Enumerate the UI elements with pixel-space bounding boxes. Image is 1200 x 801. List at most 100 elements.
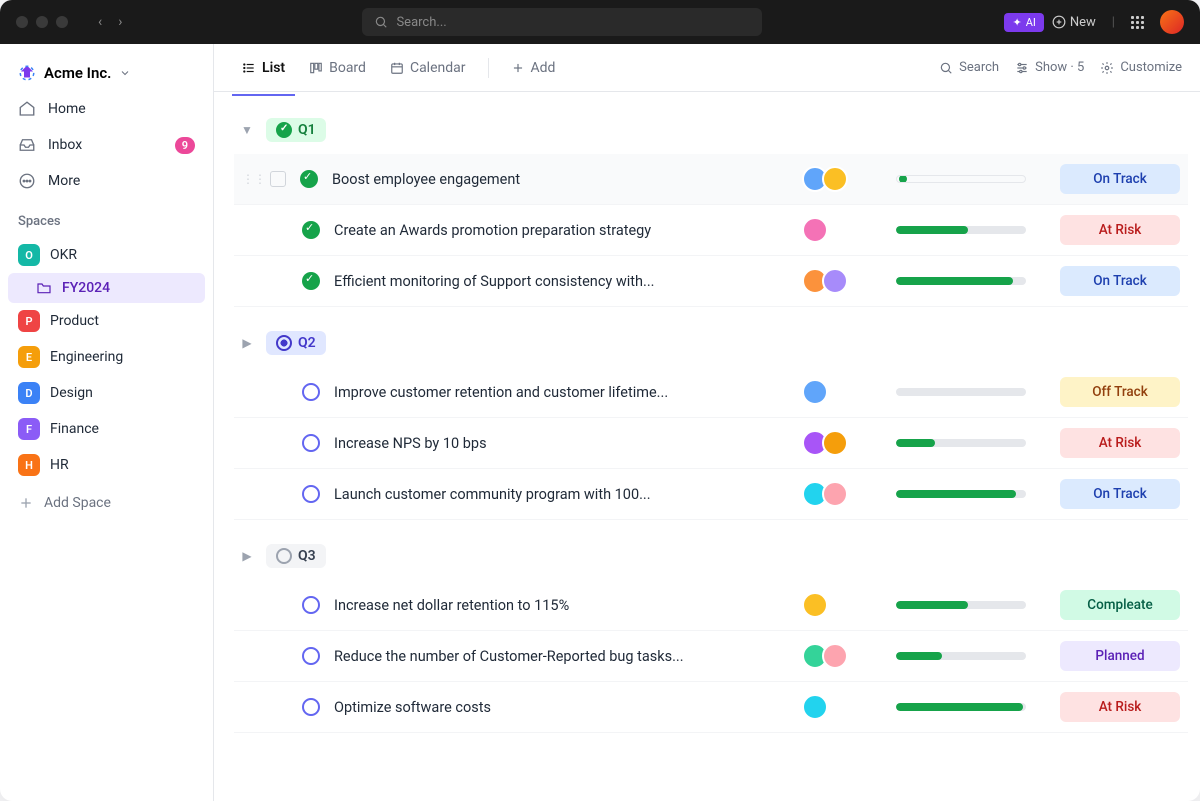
search-input[interactable]: Search... (362, 8, 762, 36)
status-open-icon[interactable] (302, 647, 320, 665)
nav-forward-icon[interactable]: › (112, 10, 128, 34)
status-open-icon[interactable] (302, 596, 320, 614)
status-open-icon[interactable] (302, 383, 320, 401)
sidebar-space-design[interactable]: DDesign (8, 375, 205, 411)
group-header-q1[interactable]: ▼Q1 (234, 112, 1188, 154)
toolbar-show[interactable]: Show · 5 (1015, 60, 1084, 75)
task-row[interactable]: Increase NPS by 10 bps At Risk (234, 418, 1188, 469)
space-avatar: H (18, 454, 40, 476)
status-done-icon[interactable] (302, 272, 320, 290)
sidebar-space-hr[interactable]: HHR (8, 447, 205, 483)
avatar (822, 268, 848, 294)
task-row[interactable]: Create an Awards promotion preparation s… (234, 205, 1188, 256)
sidebar-space-product[interactable]: PProduct (8, 303, 205, 339)
titlebar: ‹ › Search... ✦ AI New | (0, 0, 1200, 44)
calendar-icon (390, 61, 404, 75)
plus-icon (511, 61, 525, 75)
sidebar-space-engineering[interactable]: EEngineering (8, 339, 205, 375)
space-avatar: D (18, 382, 40, 404)
add-view-button[interactable]: Add (501, 54, 566, 82)
view-tab-list[interactable]: List (232, 54, 295, 96)
chevron-icon[interactable]: ▶ (238, 336, 256, 350)
status-pill[interactable]: Planned (1060, 641, 1180, 671)
chevron-icon[interactable]: ▶ (238, 549, 256, 563)
status-pill[interactable]: Compleate (1060, 590, 1180, 620)
chevron-down-icon (119, 67, 131, 79)
group-header-q3[interactable]: ▶Q3 (234, 538, 1188, 580)
status-pill[interactable]: At Risk (1060, 428, 1180, 458)
folder-icon (36, 280, 52, 296)
drag-handle-icon[interactable]: ⋮⋮ (242, 172, 256, 186)
task-title: Launch customer community program with 1… (334, 486, 788, 503)
add-space-button[interactable]: Add Space (8, 485, 205, 521)
status-pill[interactable]: On Track (1060, 266, 1180, 296)
progress-bar (896, 226, 1026, 234)
sliders-icon (1015, 61, 1029, 75)
sidebar-space-finance[interactable]: FFinance (8, 411, 205, 447)
status-done-icon[interactable] (302, 221, 320, 239)
plus-icon (18, 495, 34, 511)
assignees[interactable] (802, 379, 882, 405)
sidebar-home[interactable]: Home (8, 92, 205, 126)
assignees[interactable] (802, 481, 882, 507)
assignees[interactable] (802, 643, 882, 669)
window-controls[interactable] (16, 16, 68, 28)
task-row[interactable]: Increase net dollar retention to 115% Com… (234, 580, 1188, 631)
task-title: Increase NPS by 10 bps (334, 435, 788, 452)
progress-bar (896, 652, 1026, 660)
status-pill[interactable]: At Risk (1060, 215, 1180, 245)
status-pill[interactable]: Off Track (1060, 377, 1180, 407)
view-tab-calendar[interactable]: Calendar (380, 54, 476, 82)
user-avatar[interactable] (1160, 10, 1184, 34)
status-done-icon[interactable] (300, 170, 318, 188)
sidebar-more[interactable]: More (8, 164, 205, 198)
sidebar-space-okr[interactable]: OOKR (8, 237, 205, 273)
assignees[interactable] (802, 217, 882, 243)
board-icon (309, 61, 323, 75)
toolbar-customize[interactable]: Customize (1100, 60, 1182, 75)
search-icon (939, 61, 953, 75)
status-open-icon[interactable] (302, 434, 320, 452)
task-title: Efficient monitoring of Support consiste… (334, 273, 788, 290)
task-row[interactable]: Launch customer community program with 1… (234, 469, 1188, 520)
task-row[interactable]: Optimize software costsAt Risk (234, 682, 1188, 733)
task-row[interactable]: Improve customer retention and customer … (234, 367, 1188, 418)
task-title: Reduce the number of Customer-Reported b… (334, 648, 788, 665)
task-title: Improve customer retention and customer … (334, 384, 788, 401)
nav-back-icon[interactable]: ‹ (92, 10, 108, 34)
assignees[interactable] (802, 694, 882, 720)
sidebar-inbox[interactable]: Inbox 9 (8, 128, 205, 162)
status-pill[interactable]: At Risk (1060, 692, 1180, 722)
sidebar-space-fy2024[interactable]: FY2024 (8, 273, 205, 303)
workspace-switcher[interactable]: Acme Inc. (8, 56, 205, 90)
assignees[interactable] (802, 268, 882, 294)
sidebar: Acme Inc. Home Inbox 9 More Spaces OOKRF… (0, 44, 214, 801)
progress-bar (896, 439, 1026, 447)
toolbar-search[interactable]: Search (939, 60, 999, 75)
target-icon (276, 335, 292, 351)
task-title: Increase net dollar retention to 115% (334, 597, 788, 614)
status-pill[interactable]: On Track (1060, 164, 1180, 194)
assignees[interactable] (802, 430, 882, 456)
view-tab-board[interactable]: Board (299, 54, 376, 82)
task-row[interactable]: Reduce the number of Customer-Reported b… (234, 631, 1188, 682)
avatar (802, 694, 828, 720)
new-button[interactable]: New (1052, 15, 1096, 30)
row-checkbox[interactable] (270, 171, 286, 187)
assignees[interactable] (802, 592, 882, 618)
progress-bar (896, 490, 1026, 498)
inbox-badge: 9 (175, 137, 195, 154)
check-circle-icon (276, 122, 292, 138)
home-icon (18, 100, 36, 118)
task-row[interactable]: ⋮⋮Boost employee engagementOn Track (234, 154, 1188, 205)
task-row[interactable]: Efficient monitoring of Support consiste… (234, 256, 1188, 307)
status-open-icon[interactable] (302, 698, 320, 716)
avatar (822, 643, 848, 669)
status-open-icon[interactable] (302, 485, 320, 503)
status-pill[interactable]: On Track (1060, 479, 1180, 509)
assignees[interactable] (802, 166, 882, 192)
ai-badge[interactable]: ✦ AI (1004, 13, 1043, 32)
apps-icon[interactable] (1131, 16, 1144, 29)
group-header-q2[interactable]: ▶Q2 (234, 325, 1188, 367)
chevron-icon[interactable]: ▼ (238, 123, 256, 137)
